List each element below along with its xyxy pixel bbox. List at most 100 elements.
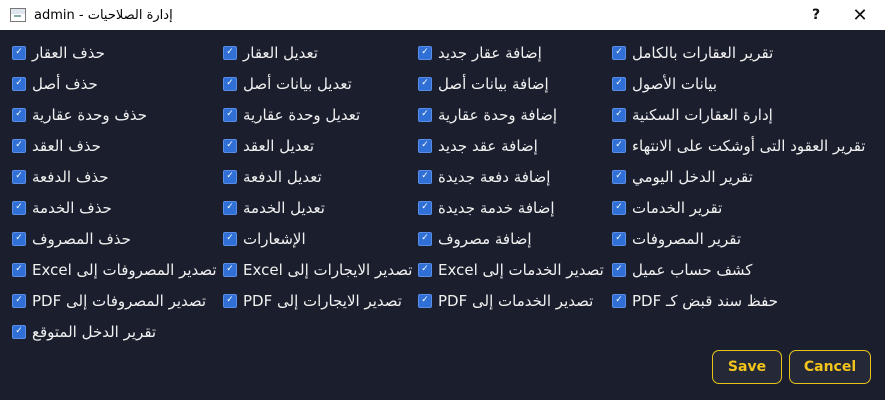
permission-checkbox[interactable]: ✓ bbox=[223, 45, 237, 60]
permission-item[interactable]: ✓ PDF تصدير الخدمات إلى bbox=[418, 285, 612, 316]
permission-checkbox[interactable]: ✓ bbox=[612, 293, 626, 308]
permission-label: Excel تصدير الايجارات إلى bbox=[243, 260, 413, 279]
permission-item[interactable]: ✓ PDF حفظ سند قبض كـ bbox=[612, 285, 862, 316]
permission-item[interactable]: ✓ الإشعارات bbox=[223, 223, 418, 254]
permission-item[interactable]: ✓ حذف العقد bbox=[12, 130, 223, 161]
permission-item[interactable]: ✓ إضافة عقار جديد bbox=[418, 37, 612, 68]
permission-checkbox[interactable]: ✓ bbox=[418, 231, 432, 246]
permission-checkbox[interactable]: ✓ bbox=[612, 200, 626, 215]
permission-item[interactable]: ✓ تعديل العقار bbox=[223, 37, 418, 68]
permission-checkbox[interactable]: ✓ bbox=[612, 169, 626, 184]
save-button[interactable]: Save bbox=[712, 350, 782, 384]
permission-item[interactable]: ✓ حذف العقار bbox=[12, 37, 223, 68]
permission-checkbox[interactable]: ✓ bbox=[418, 200, 432, 215]
permission-label: تعديل الدفعة bbox=[243, 167, 322, 186]
permission-label: بيانات الأصول bbox=[632, 74, 718, 93]
permission-checkbox[interactable]: ✓ bbox=[612, 231, 626, 246]
permission-item[interactable]: ✓ تعديل الدفعة bbox=[223, 161, 418, 192]
permission-item[interactable]: ✓ إدارة العقارات السكنية bbox=[612, 99, 862, 130]
permission-item[interactable]: ✓ تعديل الخدمة bbox=[223, 192, 418, 223]
permission-item[interactable]: ✓ Excel تصدير المصروفات إلى bbox=[12, 254, 223, 285]
permission-item[interactable]: ✓ حذف المصروف bbox=[12, 223, 223, 254]
permission-checkbox[interactable]: ✓ bbox=[223, 138, 237, 153]
title-bar: admin - إدارة الصلاحيات ? ✕ bbox=[0, 0, 885, 30]
permission-label: حذف الخدمة bbox=[32, 198, 112, 217]
permission-item[interactable]: ✓ PDF تصدير المصروفات إلى bbox=[12, 285, 223, 316]
permission-checkbox[interactable]: ✓ bbox=[612, 107, 626, 122]
permission-checkbox[interactable]: ✓ bbox=[418, 76, 432, 91]
permission-checkbox[interactable]: ✓ bbox=[418, 293, 432, 308]
permission-label: تعديل الخدمة bbox=[243, 198, 325, 217]
help-button[interactable]: ? bbox=[794, 0, 838, 30]
permission-item[interactable]: ✓ تقرير العقارات بالكامل bbox=[612, 37, 862, 68]
permission-item[interactable]: ✓ حذف الدفعة bbox=[12, 161, 223, 192]
permission-checkbox[interactable]: ✓ bbox=[418, 262, 432, 277]
permission-item[interactable]: ✓ إضافة عقد جديد bbox=[418, 130, 612, 161]
permission-checkbox[interactable]: ✓ bbox=[418, 45, 432, 60]
permission-label: تعديل العقار bbox=[243, 43, 318, 62]
permission-label: PDF تصدير الخدمات إلى bbox=[438, 291, 594, 310]
permission-label: إضافة بيانات أصل bbox=[438, 74, 549, 93]
permission-item[interactable]: ✓ إضافة مصروف bbox=[418, 223, 612, 254]
permission-item[interactable]: ✓ حذف أصل bbox=[12, 68, 223, 99]
close-button[interactable]: ✕ bbox=[838, 0, 882, 30]
permission-checkbox[interactable]: ✓ bbox=[12, 262, 26, 277]
cancel-button[interactable]: Cancel bbox=[789, 350, 871, 384]
permission-checkbox[interactable]: ✓ bbox=[12, 45, 26, 60]
permission-checkbox[interactable]: ✓ bbox=[12, 324, 26, 339]
permission-label: تقرير العقارات بالكامل bbox=[632, 43, 774, 62]
permission-item[interactable]: ✓ تقرير العقود التى أوشكت على الانتهاء bbox=[612, 130, 865, 161]
permission-checkbox[interactable]: ✓ bbox=[223, 293, 237, 308]
permission-checkbox[interactable]: ✓ bbox=[12, 107, 26, 122]
permission-label: حذف العقار bbox=[32, 43, 105, 62]
permission-item[interactable]: ✓ تعديل بيانات أصل bbox=[223, 68, 418, 99]
permission-item[interactable]: ✓ إضافة خدمة جديدة bbox=[418, 192, 612, 223]
permission-checkbox[interactable]: ✓ bbox=[12, 200, 26, 215]
permission-checkbox[interactable]: ✓ bbox=[12, 76, 26, 91]
permission-label: تعديل العقد bbox=[243, 136, 315, 155]
permission-checkbox[interactable]: ✓ bbox=[223, 200, 237, 215]
permission-checkbox[interactable]: ✓ bbox=[12, 138, 26, 153]
permission-item[interactable]: ✓ بيانات الأصول bbox=[612, 68, 862, 99]
permission-item[interactable]: ✓ تقرير المصروفات bbox=[612, 223, 862, 254]
permission-item[interactable]: ✓ إضافة بيانات أصل bbox=[418, 68, 612, 99]
permission-label: إضافة خدمة جديدة bbox=[438, 198, 555, 217]
permission-label: حذف المصروف bbox=[32, 229, 131, 248]
permission-checkbox[interactable]: ✓ bbox=[418, 107, 432, 122]
permission-item[interactable]: ✓ إضافة دفعة جديدة bbox=[418, 161, 612, 192]
permission-checkbox[interactable]: ✓ bbox=[223, 76, 237, 91]
permission-checkbox[interactable]: ✓ bbox=[12, 231, 26, 246]
permission-checkbox[interactable]: ✓ bbox=[12, 293, 26, 308]
permission-checkbox[interactable]: ✓ bbox=[418, 169, 432, 184]
permission-checkbox[interactable]: ✓ bbox=[223, 231, 237, 246]
permission-item[interactable]: ✓ Excel تصدير الايجارات إلى bbox=[223, 254, 418, 285]
permission-label: تقرير الخدمات bbox=[632, 198, 723, 217]
permission-label: Excel تصدير الخدمات إلى bbox=[438, 260, 604, 279]
permission-checkbox[interactable]: ✓ bbox=[12, 169, 26, 184]
permission-label: إضافة مصروف bbox=[438, 229, 532, 248]
permission-checkbox[interactable]: ✓ bbox=[612, 138, 626, 153]
permission-item[interactable]: ✓ PDF تصدير الايجارات إلى bbox=[223, 285, 418, 316]
window-title: admin - إدارة الصلاحيات bbox=[34, 7, 173, 23]
permission-item[interactable]: ✓ تقرير الدخل اليومي bbox=[612, 161, 862, 192]
permission-item[interactable]: ✓ Excel تصدير الخدمات إلى bbox=[418, 254, 612, 285]
permission-checkbox[interactable]: ✓ bbox=[223, 262, 237, 277]
permission-item[interactable]: ✓ إضافة وحدة عقارية bbox=[418, 99, 612, 130]
permission-checkbox[interactable]: ✓ bbox=[223, 169, 237, 184]
permission-item[interactable]: ✓ تقرير الخدمات bbox=[612, 192, 862, 223]
permission-label: حذف الدفعة bbox=[32, 167, 109, 186]
permission-checkbox[interactable]: ✓ bbox=[612, 262, 626, 277]
permission-checkbox[interactable]: ✓ bbox=[223, 107, 237, 122]
permission-item[interactable]: ✓ حذف الخدمة bbox=[12, 192, 223, 223]
permission-item[interactable]: ✓ تعديل وحدة عقارية bbox=[223, 99, 418, 130]
permission-item[interactable]: ✓ تقرير الدخل المتوقع bbox=[12, 316, 223, 347]
permission-item[interactable]: ✓ تعديل العقد bbox=[223, 130, 418, 161]
permission-checkbox[interactable]: ✓ bbox=[612, 76, 626, 91]
permission-item[interactable]: ✓ حذف وحدة عقارية bbox=[12, 99, 223, 130]
permission-item[interactable]: ✓ كشف حساب عميل bbox=[612, 254, 862, 285]
permission-label: حذف العقد bbox=[32, 136, 101, 155]
permission-label: PDF تصدير الايجارات إلى bbox=[243, 291, 402, 310]
permission-label: إضافة عقار جديد bbox=[438, 43, 542, 62]
permission-checkbox[interactable]: ✓ bbox=[418, 138, 432, 153]
permission-checkbox[interactable]: ✓ bbox=[612, 45, 626, 60]
